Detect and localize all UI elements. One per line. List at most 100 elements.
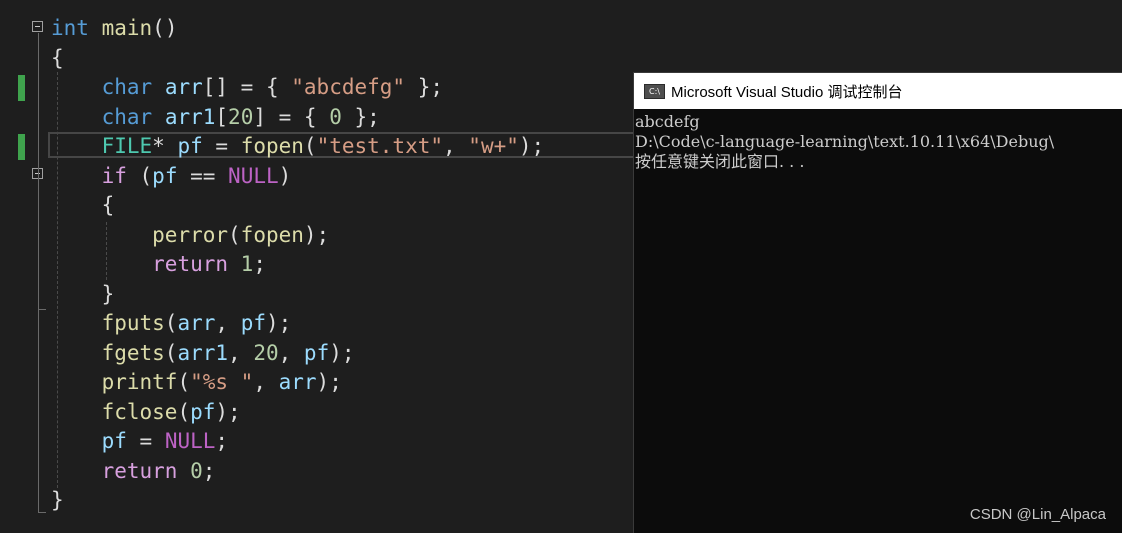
- code-token: FILE: [101, 134, 153, 158]
- code-line[interactable]: fclose(pf);: [51, 397, 241, 427]
- debug-console-window[interactable]: C:\ Microsoft Visual Studio 调试控制台 abcdef…: [633, 72, 1122, 533]
- code-token: );: [316, 370, 342, 394]
- code-line[interactable]: char arr1[20] = { 0 };: [51, 102, 380, 132]
- code-line[interactable]: {: [51, 190, 115, 220]
- code-line[interactable]: pf = NULL;: [51, 426, 228, 456]
- code-token: arr: [278, 370, 317, 394]
- console-output-line: D:\Code\c-language-learning\text.10.11\x…: [635, 132, 1055, 151]
- code-token: =: [202, 134, 241, 158]
- code-line[interactable]: fputs(arr, pf);: [51, 308, 292, 338]
- console-output[interactable]: abcdefg D:\Code\c-language-learning\text…: [634, 109, 1122, 172]
- code-token: arr1: [164, 104, 216, 129]
- code-line[interactable]: return 0;: [51, 456, 216, 486]
- console-app-icon: C:\: [644, 83, 665, 99]
- code-token: 0: [190, 458, 203, 483]
- code-token: ,: [228, 340, 254, 365]
- code-token: (: [228, 222, 241, 247]
- code-token: main: [101, 16, 153, 40]
- code-line[interactable]: {: [51, 43, 64, 73]
- code-token: pf: [101, 429, 127, 453]
- code-token: ;: [202, 458, 216, 483]
- code-line[interactable]: if (pf == NULL): [51, 161, 292, 191]
- code-token: ,: [278, 340, 304, 365]
- code-token: fputs: [101, 311, 165, 335]
- code-line[interactable]: perror(fopen);: [51, 220, 329, 250]
- watermark: CSDN @Lin_Alpaca: [969, 506, 1106, 523]
- code-token: "w+": [468, 134, 519, 158]
- code-token: fclose: [101, 399, 178, 424]
- code-token: );: [265, 311, 292, 335]
- code-token: );: [329, 340, 355, 365]
- code-line[interactable]: FILE* pf = fopen("test.txt", "w+");: [51, 131, 545, 161]
- fold-line: [38, 309, 46, 310]
- code-token: int: [51, 16, 89, 40]
- code-token: printf: [101, 370, 178, 394]
- code-token: fopen: [240, 134, 304, 158]
- code-token: return: [152, 252, 229, 276]
- code-token: [: [215, 104, 229, 129]
- code-token: 1: [240, 252, 254, 276]
- code-token: [] = {: [202, 75, 292, 99]
- code-token: arr: [164, 75, 203, 99]
- code-token: arr: [177, 311, 216, 335]
- code-token: if: [101, 163, 127, 188]
- code-token: pf: [240, 311, 266, 335]
- code-token: {: [51, 193, 115, 217]
- code-token: pf: [190, 399, 216, 424]
- code-line[interactable]: }: [51, 485, 64, 515]
- code-token: fopen: [240, 222, 304, 247]
- console-title: Microsoft Visual Studio 调试控制台: [671, 83, 903, 101]
- code-token: };: [405, 75, 443, 99]
- code-token: );: [303, 222, 330, 247]
- code-token: "abcdefg": [291, 75, 406, 99]
- code-token: pf: [303, 340, 330, 365]
- changed-line-marker: [18, 134, 25, 160]
- code-token: pf: [152, 163, 178, 188]
- code-token: fgets: [101, 340, 165, 365]
- code-token: (: [164, 311, 178, 335]
- code-token: ==: [177, 163, 229, 188]
- code-token: ): [278, 163, 292, 188]
- code-token: );: [215, 399, 241, 424]
- code-token: 20: [253, 340, 279, 365]
- code-line[interactable]: printf("%s ", arr);: [51, 367, 342, 397]
- code-token: 20: [228, 104, 254, 129]
- code-line[interactable]: return 1;: [51, 249, 266, 279]
- code-token: ,: [443, 134, 469, 158]
- collapse-toggle-icon[interactable]: [32, 21, 43, 32]
- code-token: NULL: [164, 429, 216, 453]
- fold-line: [38, 512, 46, 513]
- code-token: arr1: [177, 340, 229, 365]
- code-token: char: [101, 104, 153, 129]
- code-token: char: [101, 75, 153, 99]
- code-line[interactable]: char arr[] = { "abcdefg" };: [51, 72, 443, 102]
- code-line[interactable]: }: [51, 279, 115, 309]
- code-token: perror: [152, 222, 229, 247]
- code-token: (: [177, 370, 191, 394]
- code-token: );: [518, 134, 545, 158]
- code-token: ;: [215, 429, 229, 453]
- code-line[interactable]: fgets(arr1, 20, pf);: [51, 338, 355, 368]
- code-token: ;: [253, 252, 266, 276]
- code-line[interactable]: int main(): [51, 13, 177, 43]
- console-title-bar[interactable]: C:\ Microsoft Visual Studio 调试控制台: [634, 73, 1122, 109]
- code-token: ,: [215, 311, 241, 335]
- code-token: {: [51, 45, 64, 70]
- code-token: ,: [253, 370, 279, 394]
- code-token: }: [51, 488, 64, 512]
- code-token: };: [341, 104, 380, 129]
- code-token: (): [152, 16, 178, 40]
